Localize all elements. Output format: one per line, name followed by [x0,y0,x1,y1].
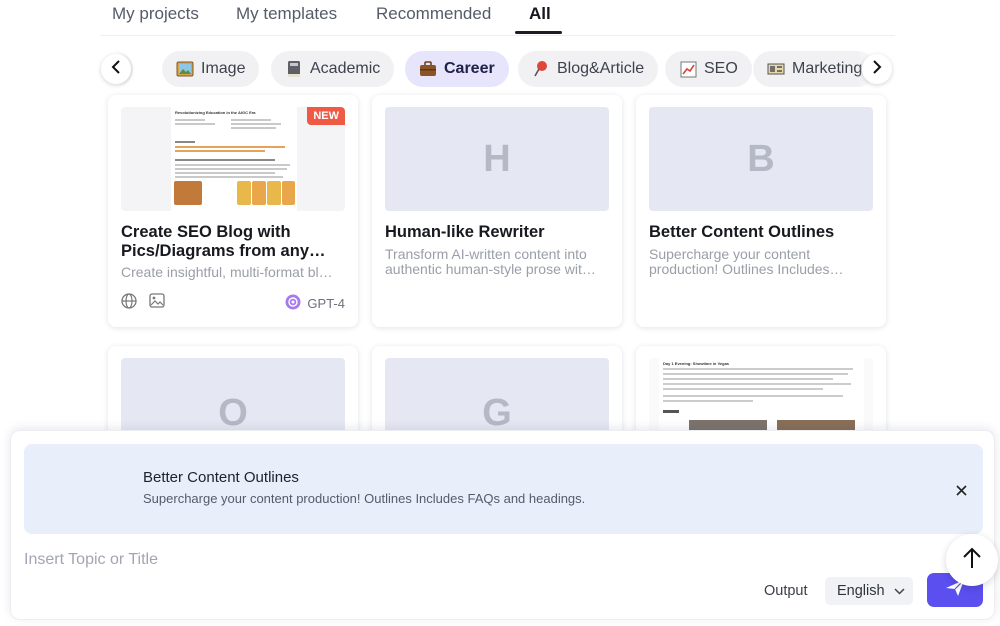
chip-image[interactable]: Image [162,51,260,87]
language-select[interactable]: English [825,577,913,605]
chip-label: Academic [310,60,381,77]
arrow-up-icon [962,547,982,574]
card-description: Create insightful, multi-format bl… [121,265,333,280]
chevron-left-icon [111,59,121,79]
pushpin-icon [532,60,550,78]
card-description: Transform AI-written content into authen… [385,247,596,277]
preview-doc-title: Revolutionizing Education in the AIGC Er… [175,110,256,115]
chip-blog-article[interactable]: Blog&Article [518,51,659,87]
template-card-human-rewriter[interactable]: H Human-like Rewriter Transform AI-writt… [372,95,622,327]
chip-label: Career [444,60,495,77]
scroll-left-button[interactable] [101,54,131,84]
tab-recommended[interactable]: Recommended [376,4,491,24]
card-footer: GPT-4 [121,292,345,314]
tab-my-projects[interactable]: My projects [112,4,199,24]
card-title: Better Content Outlines [649,223,835,241]
selected-template-description: Supercharge your content production! Out… [143,491,586,506]
briefcase-icon [419,60,437,78]
output-label: Output [764,583,808,599]
book-icon [285,60,303,78]
card-description: Supercharge your content production! Out… [649,247,844,277]
scroll-to-top-button[interactable] [946,534,998,586]
preview-doc-title: Day 1 Evening: Showtime in Vegas [663,361,730,366]
chevron-right-icon [872,59,882,79]
document-preview: Revolutionizing Education in the AIGC Er… [171,107,297,211]
scroll-right-button[interactable] [862,54,892,84]
globe-icon [121,292,137,314]
card-title: Human-like Rewriter [385,223,545,241]
model-badge: GPT-4 [285,294,345,313]
chip-label: SEO [704,60,738,77]
picture-icon [176,60,194,78]
chip-label: Marketing [792,60,863,77]
active-tab-indicator [515,31,562,34]
card-thumbnail: Revolutionizing Education in the AIGC Er… [121,107,345,211]
chip-label: Image [201,60,246,77]
chip-seo[interactable]: SEO [665,51,752,87]
chart-icon [679,60,697,78]
topic-input[interactable] [24,549,904,571]
image-icon [149,293,165,313]
chip-label: Blog&Article [557,60,645,77]
chip-career[interactable]: Career [405,51,509,87]
card-title: Create SEO Blog with Pics/Diagrams from … [121,223,326,260]
close-icon[interactable] [952,481,970,499]
tab-all[interactable]: All [529,4,551,24]
tab-my-templates[interactable]: My templates [236,4,337,24]
language-value: English [837,583,885,599]
template-card-seo-blog[interactable]: Revolutionizing Education in the AIGC Er… [108,95,358,327]
card-thumbnail: B [649,107,873,211]
model-name: GPT-4 [307,295,345,311]
chip-academic[interactable]: Academic [271,51,395,87]
category-chip-bar: rt Image Academic Career Blog&Article [100,51,895,89]
selected-template-banner: Better Content Outlines Supercharge your… [24,444,983,534]
card-thumbnail: H [385,107,609,211]
openai-icon [285,294,301,313]
new-badge: NEW [307,107,345,125]
template-card-better-outlines[interactable]: B Better Content Outlines Supercharge yo… [636,95,886,327]
selected-template-title: Better Content Outlines [143,469,299,486]
chevron-down-icon [894,583,905,599]
billboard-icon [767,60,785,78]
generation-panel: Better Content Outlines Supercharge your… [10,430,995,620]
top-tabs: My projects My templates Recommended All [100,0,895,36]
